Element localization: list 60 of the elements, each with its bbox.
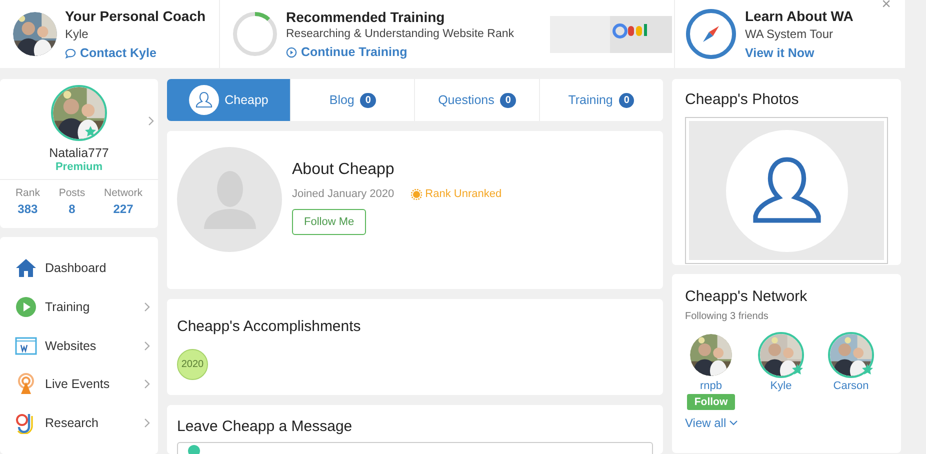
play-icon — [286, 46, 297, 58]
tour-subtitle: WA System Tour — [745, 27, 834, 41]
sidebar-item[interactable]: Research — [0, 404, 158, 442]
count-badge: 0 — [360, 92, 376, 108]
avatar-frame[interactable] — [758, 332, 804, 378]
section-title: Cheapp's Accomplishments — [177, 318, 362, 335]
message-field[interactable] — [177, 442, 653, 454]
username: Natalia777 — [49, 146, 109, 160]
stat-label: Rank — [15, 187, 40, 199]
lesson-title: Researching & Understanding Website Rank — [286, 28, 515, 40]
view-link[interactable]: View it Now — [745, 46, 854, 60]
stat-value: 8 — [68, 202, 76, 216]
coach-title: Your Personal Coach — [65, 8, 206, 24]
friend-name[interactable]: Carson — [833, 380, 869, 392]
compass-icon — [685, 8, 737, 60]
count-badge: 0 — [618, 92, 634, 108]
house-icon — [15, 258, 37, 278]
membership-label: Premium — [55, 161, 103, 173]
stat-value: 383 — [18, 202, 38, 216]
sidebar-item[interactable]: Training — [0, 288, 158, 326]
browser-window-icon — [15, 336, 37, 355]
continue-link[interactable]: Continue Training — [286, 45, 528, 59]
follow-button[interactable]: Follow Me — [292, 209, 366, 235]
section-title: Cheapp's Photos — [685, 91, 800, 108]
sidebar-item[interactable]: Live Events — [0, 365, 158, 404]
joined-date: Joined January 2020 — [292, 188, 394, 200]
tab[interactable]: Training 0 — [540, 79, 663, 121]
contact-link[interactable]: Contact Kyle — [65, 46, 206, 60]
rank-label: Rank Unranked — [425, 188, 502, 200]
training-title: Recommended Training — [286, 9, 446, 25]
section-title: Cheapp's Network — [685, 288, 808, 305]
tour-title: Learn About WA — [745, 8, 854, 24]
stat-label: Network — [104, 187, 143, 199]
play-icon — [15, 296, 37, 318]
stat-value: 227 — [113, 202, 134, 216]
sidebar-item[interactable]: Websites — [0, 326, 158, 366]
coach-name: Kyle — [65, 27, 90, 41]
star-icon — [792, 364, 803, 375]
star-icon — [862, 364, 873, 375]
chevron-icon — [148, 116, 154, 126]
star-icon — [85, 126, 96, 137]
broadcast-icon — [15, 373, 37, 396]
count-badge: 0 — [500, 92, 516, 108]
friend-name[interactable]: rnpb — [700, 380, 722, 392]
close-button[interactable]: × — [882, 0, 891, 14]
sun-icon — [411, 188, 422, 200]
following-count: Following 3 friends — [685, 311, 770, 322]
sidebar-item[interactable]: Dashboard — [0, 249, 158, 288]
tab[interactable]: Cheapp — [167, 79, 291, 121]
user-icon — [188, 85, 219, 115]
stat-label: Posts — [58, 187, 86, 199]
avatar-frame[interactable] — [828, 332, 874, 378]
view-all-link[interactable]: View all — [685, 416, 738, 430]
year-badge: 2020 — [177, 349, 208, 380]
friend-name[interactable]: Kyle — [770, 380, 792, 392]
follow-button[interactable]: Follow — [687, 394, 735, 410]
section-title: About Cheapp — [292, 161, 396, 179]
chevron-down-icon — [729, 420, 738, 426]
chat-icon — [65, 48, 76, 58]
section-title: Leave Cheapp a Message — [177, 418, 354, 435]
